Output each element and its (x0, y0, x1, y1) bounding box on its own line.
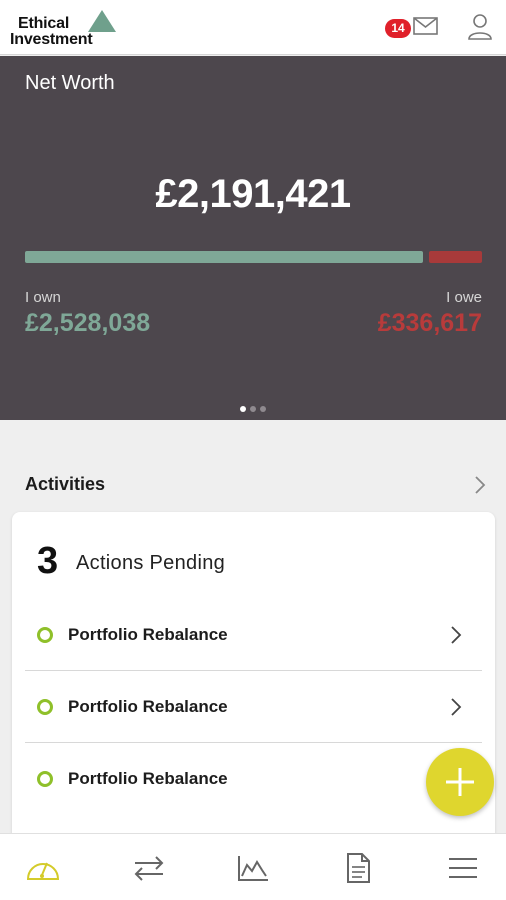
own-bar (25, 251, 423, 263)
net-worth-panel[interactable]: Net Worth £2,191,421 I own £2,528,038 I … (0, 56, 506, 420)
carousel-dot-2[interactable] (250, 406, 256, 412)
list-item[interactable]: Portfolio Rebalance (25, 671, 482, 743)
document-icon[interactable] (340, 852, 376, 884)
pending-status-icon (37, 627, 53, 643)
list-item-label: Portfolio Rebalance (68, 697, 228, 716)
owe-label: I owe (446, 289, 482, 306)
plus-icon (446, 768, 474, 796)
own-value: £2,528,038 (25, 309, 151, 337)
transfer-arrows-icon[interactable] (131, 852, 167, 884)
pending-status-icon (37, 771, 53, 787)
list-item[interactable]: Portfolio Rebalance (25, 743, 482, 815)
activities-card: 3 Actions Pending Portfolio Rebalance Po… (12, 512, 495, 852)
carousel-indicator[interactable] (240, 406, 270, 414)
logo-text-line2: Investment (10, 31, 93, 48)
mail-icon[interactable] (412, 15, 440, 37)
list-item-label: Portfolio Rebalance (68, 625, 228, 644)
app-header: Ethical Investment 14 (0, 0, 506, 55)
pending-label: Actions Pending (76, 552, 226, 574)
chevron-right-icon (451, 626, 462, 644)
menu-icon[interactable] (445, 852, 481, 884)
dashboard-gauge-icon[interactable] (25, 852, 61, 884)
bottom-navigation (0, 833, 506, 900)
pending-status-icon (37, 699, 53, 715)
chart-icon[interactable] (235, 852, 271, 884)
net-worth-amount: £2,191,421 (155, 172, 351, 216)
activities-title[interactable]: Activities (25, 474, 105, 495)
logo-text-line1: Ethical (18, 15, 70, 32)
chevron-right-icon[interactable] (472, 474, 488, 496)
owe-bar (429, 251, 482, 263)
add-button[interactable] (426, 748, 494, 816)
notification-badge[interactable]: 14 (385, 19, 411, 38)
chevron-right-icon (451, 698, 462, 716)
carousel-dot-1[interactable] (240, 406, 246, 412)
own-label: I own (25, 289, 61, 306)
ethical-investment-logo[interactable]: Ethical Investment (10, 8, 122, 50)
pending-count: 3 (37, 540, 59, 582)
list-item[interactable]: Portfolio Rebalance (25, 599, 482, 671)
net-worth-title: Net Worth (25, 72, 115, 94)
logo-triangle-icon (88, 10, 116, 32)
user-icon[interactable] (465, 12, 495, 42)
owe-value: £336,617 (377, 309, 482, 337)
list-item-label: Portfolio Rebalance (68, 769, 228, 788)
carousel-dot-3[interactable] (260, 406, 266, 412)
